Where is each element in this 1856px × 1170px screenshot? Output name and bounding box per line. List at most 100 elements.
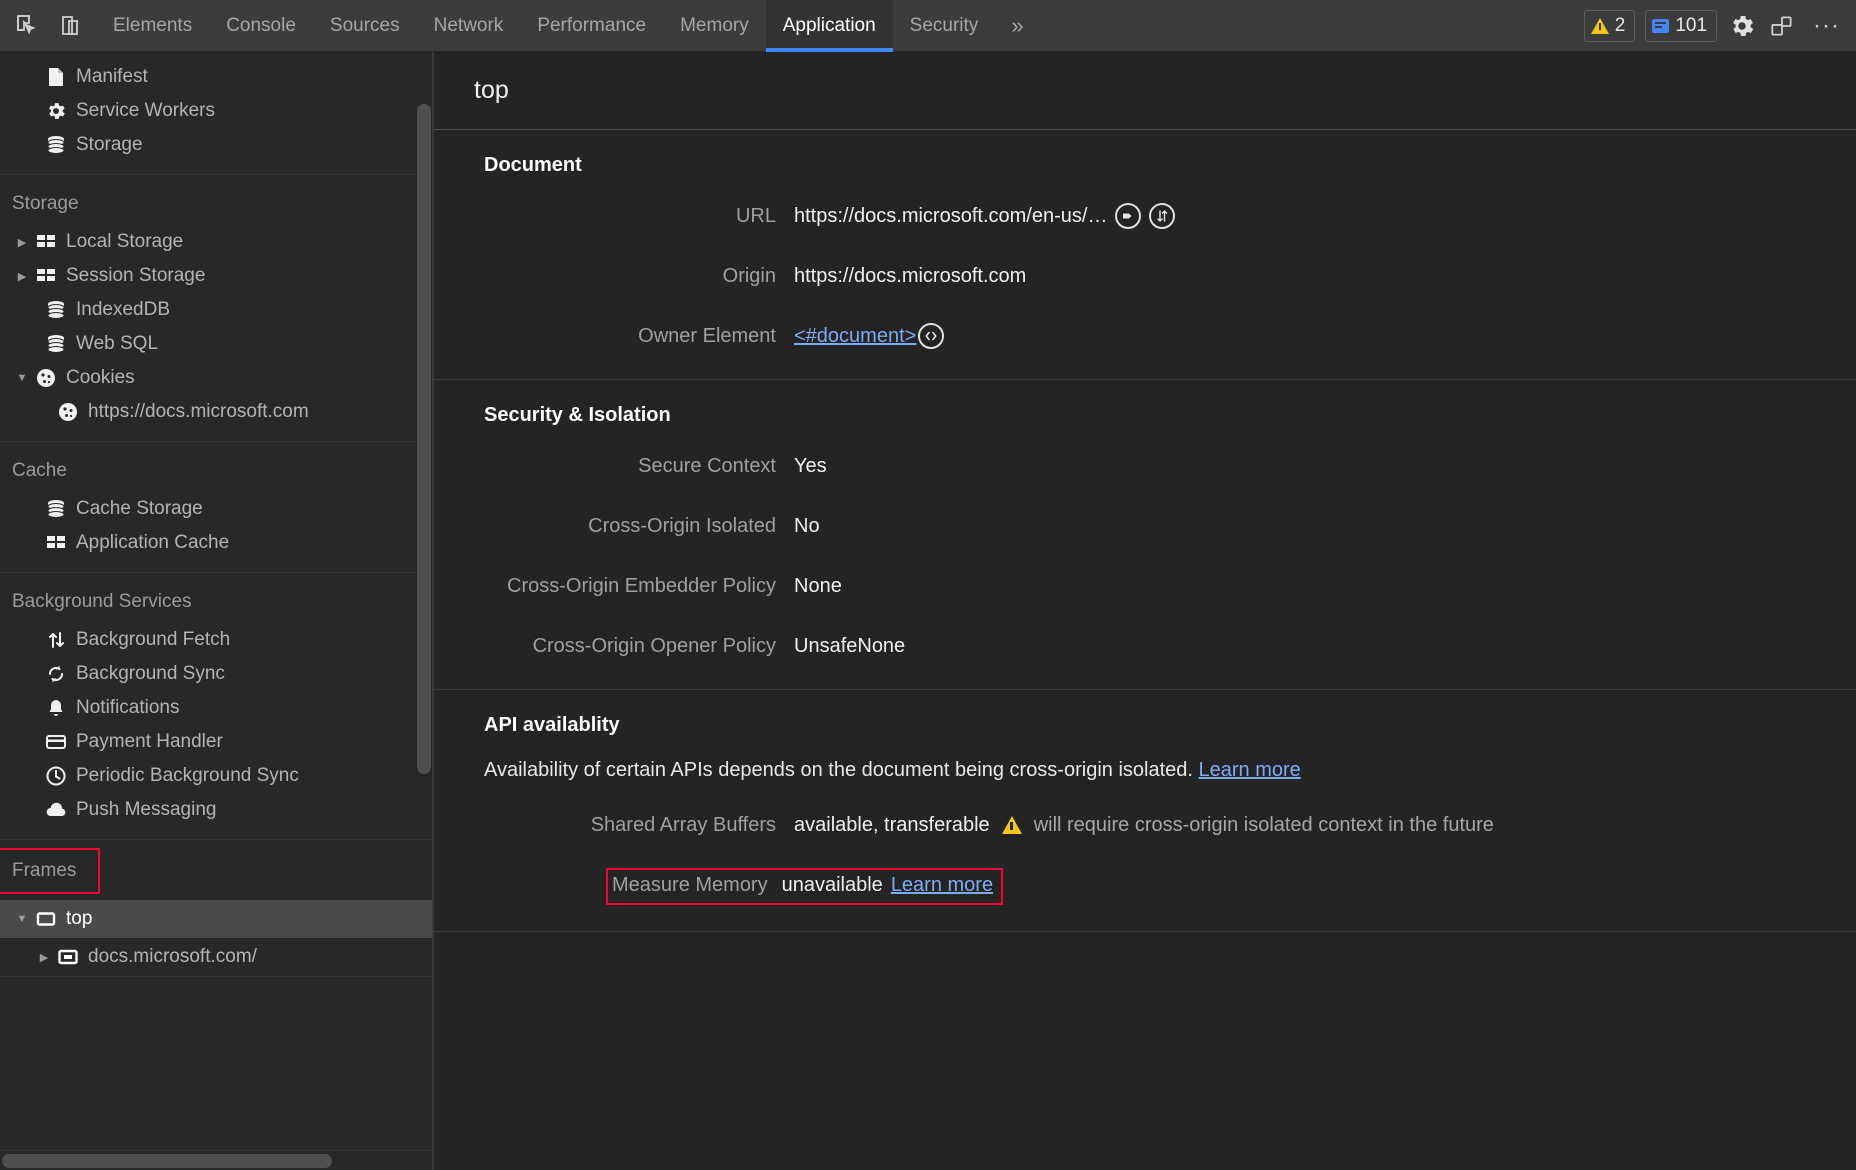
devtools-toolbar: Elements Console Sources Network Perform… xyxy=(0,0,1856,52)
sidebar-item-service-workers[interactable]: Service Workers xyxy=(0,94,434,128)
row-key-shared-array-buffers: Shared Array Buffers xyxy=(590,813,776,836)
database-icon xyxy=(42,498,70,520)
sidebar-group-cache: Cache Cache Storage Application Cache xyxy=(0,442,434,573)
warning-count-label: 2 xyxy=(1614,15,1626,36)
learn-more-link[interactable]: Learn more xyxy=(1199,759,1301,781)
row-coop: Cross-Origin Opener Policy UnsafeNone xyxy=(434,629,1856,663)
sidebar-item-local-storage[interactable]: ▶ Local Storage xyxy=(0,225,434,259)
sidebar-item-cookies[interactable]: ▼ Cookies xyxy=(0,361,434,395)
sidebar-item-web-sql[interactable]: Web SQL xyxy=(0,327,434,361)
tab-console[interactable]: Console xyxy=(209,0,313,52)
sidebar-group-title: Storage xyxy=(12,193,79,214)
sidebar-item-label: Periodic Background Sync xyxy=(76,765,299,786)
owner-element-link[interactable]: <#document> xyxy=(794,325,916,348)
sidebar-item-storage-root[interactable]: Storage xyxy=(0,128,434,162)
open-in-network-icon[interactable] xyxy=(1149,203,1176,229)
sidebar-vertical-scrollbar[interactable] xyxy=(417,92,431,972)
cloud-icon xyxy=(42,799,70,821)
warning-count-button[interactable]: 2 xyxy=(1583,10,1636,42)
sidebar-group-storage: Storage ▶ Local Storage ▶ Session Storag… xyxy=(0,175,434,442)
row-key-origin: Origin xyxy=(722,264,776,287)
tab-application[interactable]: Application xyxy=(765,0,893,52)
chevron-down-icon[interactable]: ▼ xyxy=(12,913,32,925)
chevron-down-icon[interactable]: ▼ xyxy=(12,372,32,384)
inspect-element-icon[interactable] xyxy=(12,11,42,41)
sidebar-item-label: docs.microsoft.com/ xyxy=(88,946,257,967)
sidebar-item-session-storage[interactable]: ▶ Session Storage xyxy=(0,259,434,293)
tab-security[interactable]: Security xyxy=(893,0,996,52)
dock-side-icon[interactable] xyxy=(1767,11,1797,41)
sidebar-horizontal-scrollbar[interactable] xyxy=(0,1150,434,1170)
more-tabs-icon[interactable]: » xyxy=(995,0,1039,52)
clock-icon xyxy=(42,765,70,787)
more-options-icon[interactable]: ··· xyxy=(1807,12,1846,40)
sidebar-item-push-messaging[interactable]: Push Messaging xyxy=(0,793,434,827)
section-api-availability: API availablity Availability of certain … xyxy=(434,690,1856,932)
section-document: Document URL https://docs.microsoft.com/… xyxy=(434,130,1856,380)
document-icon xyxy=(42,66,70,88)
row-value-coop: UnsafeNone xyxy=(794,634,906,657)
sidebar-item-payment-handler[interactable]: Payment Handler xyxy=(0,725,434,759)
open-in-sources-icon[interactable] xyxy=(1115,203,1142,229)
sidebar-item-label: Session Storage xyxy=(66,265,206,286)
chevron-right-icon[interactable]: ▶ xyxy=(12,236,32,249)
message-count-button[interactable]: 101 xyxy=(1645,10,1718,42)
sidebar-item-manifest[interactable]: Manifest xyxy=(0,60,434,94)
tab-performance[interactable]: Performance xyxy=(520,0,663,52)
sidebar-scroll-area[interactable]: Manifest Service Workers Storage Storage… xyxy=(0,52,434,1150)
frames-title-wrapper: Frames xyxy=(0,840,434,894)
row-owner-element: Owner Element <#document> xyxy=(434,319,1856,353)
sidebar-item-label: Storage xyxy=(76,134,143,155)
reveal-in-elements-icon[interactable] xyxy=(918,323,945,349)
ellipsis-glyph: ··· xyxy=(1813,12,1840,39)
device-toolbar-icon[interactable] xyxy=(56,11,86,41)
sidebar-item-notifications[interactable]: Notifications xyxy=(0,691,434,725)
table-icon xyxy=(42,532,70,554)
sidebar-item-label: top xyxy=(66,908,93,929)
database-icon xyxy=(42,299,70,321)
sidebar-item-label: Local Storage xyxy=(66,231,184,252)
chevron-right-icon[interactable]: ▶ xyxy=(34,951,54,964)
row-key-secure-context: Secure Context xyxy=(638,454,776,477)
row-value-cross-origin-isolated: No xyxy=(794,514,820,537)
section-title-document: Document xyxy=(484,154,582,176)
sidebar-group-background-services: Background Services Background Fetch Bac… xyxy=(0,573,434,840)
panel-tabs: Elements Console Sources Network Perform… xyxy=(96,0,1040,52)
sidebar-group-frames: Frames ▼ top ▶ docs.microsoft.com/ xyxy=(0,840,434,977)
sidebar-item-frame-top[interactable]: ▼ top xyxy=(0,900,434,938)
row-key-owner-element: Owner Element xyxy=(638,324,776,347)
measure-memory-learn-more-link[interactable]: Learn more xyxy=(891,874,993,897)
row-value-owner-element: <#document> xyxy=(794,323,945,349)
url-value: https://docs.microsoft.com/en-us/… xyxy=(794,204,1108,227)
tab-sources[interactable]: Sources xyxy=(313,0,417,52)
tab-elements[interactable]: Elements xyxy=(96,0,209,52)
tab-network[interactable]: Network xyxy=(417,0,521,52)
sidebar-item-application-cache[interactable]: Application Cache xyxy=(0,526,434,560)
row-key-coop: Cross-Origin Opener Policy xyxy=(532,634,776,657)
sidebar-item-cache-storage[interactable]: Cache Storage xyxy=(0,492,434,526)
row-value-origin: https://docs.microsoft.com xyxy=(794,265,1026,288)
tab-memory[interactable]: Memory xyxy=(663,0,766,52)
sidebar-item-frame-subframe[interactable]: ▶ docs.microsoft.com/ xyxy=(0,938,434,976)
warning-triangle-icon xyxy=(1001,816,1022,834)
warning-triangle-icon xyxy=(1590,18,1609,34)
shared-array-buffers-value: available, transferable xyxy=(794,813,990,836)
application-sidebar: Manifest Service Workers Storage Storage… xyxy=(0,52,434,1170)
sidebar-item-label: Push Messaging xyxy=(76,799,217,820)
shared-array-buffers-warning-text: will require cross-origin isolated conte… xyxy=(1033,813,1494,836)
sidebar-item-cookie-origin[interactable]: https://docs.microsoft.com xyxy=(0,395,434,429)
scrollbar-thumb[interactable] xyxy=(2,1154,332,1168)
sidebar-item-background-sync[interactable]: Background Sync xyxy=(0,657,434,691)
sidebar-item-indexeddb[interactable]: IndexedDB xyxy=(0,293,434,327)
tab-label: Security xyxy=(909,14,979,36)
section-title-security: Security & Isolation xyxy=(484,404,671,426)
cookie-icon xyxy=(32,367,60,389)
frame-icon xyxy=(32,908,60,930)
sidebar-item-background-fetch[interactable]: Background Fetch xyxy=(0,623,434,657)
sidebar-item-label: Cache Storage xyxy=(76,498,203,519)
row-value-shared-array-buffers: available, transferable will require cro… xyxy=(794,814,1494,837)
scrollbar-thumb[interactable] xyxy=(417,104,431,774)
gear-icon[interactable] xyxy=(1727,11,1757,41)
sidebar-item-periodic-background-sync[interactable]: Periodic Background Sync xyxy=(0,759,434,793)
chevron-right-icon[interactable]: ▶ xyxy=(12,270,32,283)
